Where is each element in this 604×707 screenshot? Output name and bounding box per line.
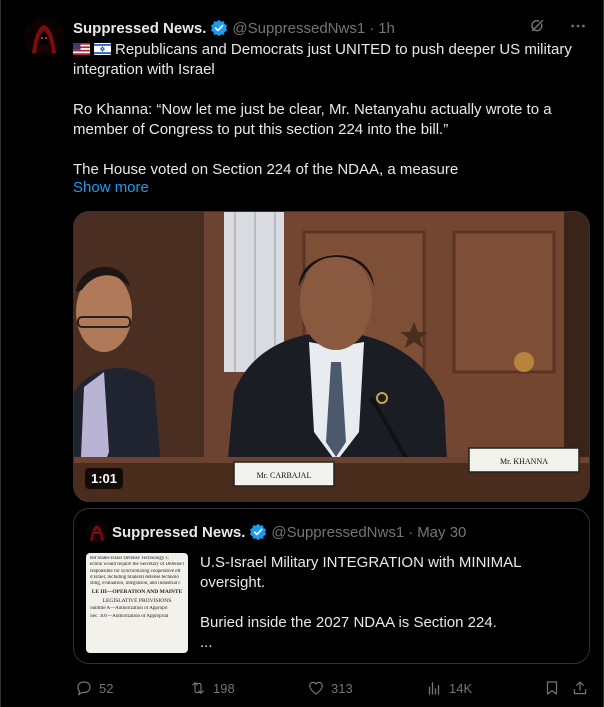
share-icon xyxy=(573,681,587,695)
author-handle[interactable]: @SuppressedNws1 xyxy=(232,20,365,37)
quoted-author-avatar xyxy=(86,521,108,543)
tweet-text: Republicans and Democrats just UNITED to… xyxy=(73,40,589,180)
quoted-tweet[interactable]: Suppressed News. @SuppressedNws1 · May 3… xyxy=(73,508,590,664)
thumbnail-line: Sec. 301—Authorization of Appropriat xyxy=(90,614,169,620)
thumbnail-subheading: LEGISLATIVE PROVISIONS xyxy=(102,597,172,604)
repost-button[interactable]: 198 xyxy=(189,678,235,698)
like-button[interactable]: 313 xyxy=(307,678,353,698)
tweet-header: Suppressed News. @SuppressedNws1 · 1h xyxy=(73,17,587,39)
quoted-separator: · xyxy=(408,523,414,541)
share-button[interactable] xyxy=(571,678,589,698)
thumbnail-line: sting, evaluation, integration, and indu… xyxy=(90,581,181,587)
tweet-quote-text: Ro Khanna: “Now let me just be clear, Mr… xyxy=(73,101,552,138)
reply-icon xyxy=(77,681,91,696)
quoted-text-line2: Buried inside the 2027 NDAA is Section 2… xyxy=(200,614,497,631)
quoted-tweet-header: Suppressed News. @SuppressedNws1 · May 3… xyxy=(86,521,466,543)
tweet-time[interactable]: 1h xyxy=(378,20,395,37)
quoted-tweet-date: May 30 xyxy=(417,523,467,541)
quoted-text-line1: U.S-Israel Military INTEGRATION with MIN… xyxy=(200,554,521,591)
thumbnail-line: Subtitle A—Authorization of Appropri xyxy=(90,606,168,612)
hooded-figure-avatar-icon xyxy=(24,17,64,57)
bookmark-icon xyxy=(546,681,558,695)
views-count: 14K xyxy=(449,680,473,696)
hooded-figure-avatar-icon xyxy=(86,521,108,543)
more-options-icon[interactable] xyxy=(569,17,587,39)
views-chart-icon xyxy=(428,682,440,695)
header-actions xyxy=(529,17,587,39)
quoted-text-ellipsis: ... xyxy=(200,634,213,651)
repost-icon xyxy=(192,682,204,694)
author-avatar[interactable] xyxy=(24,17,64,57)
video-duration-badge: 1:01 xyxy=(85,468,124,489)
tweet-text-line1: Republicans and Democrats just UNITED to… xyxy=(73,40,589,80)
author-name[interactable]: Suppressed News. xyxy=(73,20,206,37)
header-separator: · xyxy=(369,19,375,37)
video-frame: Mr. CARBAJAL Mr. KHANNA xyxy=(74,212,589,501)
verified-badge-icon xyxy=(249,523,267,541)
like-count: 313 xyxy=(331,680,353,696)
grok-icon[interactable] xyxy=(529,17,547,39)
quoted-tweet-text: U.S-Israel Military INTEGRATION with MIN… xyxy=(200,553,580,653)
video-player[interactable]: Mr. CARBAJAL Mr. KHANNA xyxy=(73,211,590,502)
reply-button[interactable]: 52 xyxy=(75,678,113,698)
tweet-actions-bar: 52 198 313 14K xyxy=(73,678,593,700)
tweet-container: Suppressed News. @SuppressedNws1 · 1h Re… xyxy=(0,0,604,707)
quoted-author-name: Suppressed News. xyxy=(112,523,246,541)
reply-count: 52 xyxy=(99,680,114,696)
quoted-tweet-thumbnail: ted States-Israel Defense Technology C e… xyxy=(86,553,188,653)
tweet-house-text: The House voted on Section 224 of the ND… xyxy=(73,161,459,178)
us-flag-icon xyxy=(73,43,90,55)
views-button[interactable]: 14K xyxy=(425,678,472,698)
verified-badge-icon xyxy=(210,19,228,37)
bookmark-button[interactable] xyxy=(543,678,561,698)
repost-count: 198 xyxy=(213,680,235,696)
nameplate-carbajal: Mr. CARBAJAL xyxy=(257,471,312,480)
show-more-link[interactable]: Show more xyxy=(73,179,149,196)
tweet-headline: Republicans and Democrats just UNITED to… xyxy=(73,41,572,78)
heart-icon xyxy=(309,681,323,695)
thumbnail-line: responsible for synchronizing cooperativ… xyxy=(90,568,181,574)
quoted-author-handle: @SuppressedNws1 xyxy=(271,523,405,541)
nameplate-khanna: Mr. KHANNA xyxy=(500,457,548,466)
thumbnail-heading: LE III—OPERATION AND MAINTE xyxy=(91,589,183,596)
thumbnail-line: ection would require the Secretary of De… xyxy=(90,562,184,568)
israel-flag-icon xyxy=(94,43,111,55)
